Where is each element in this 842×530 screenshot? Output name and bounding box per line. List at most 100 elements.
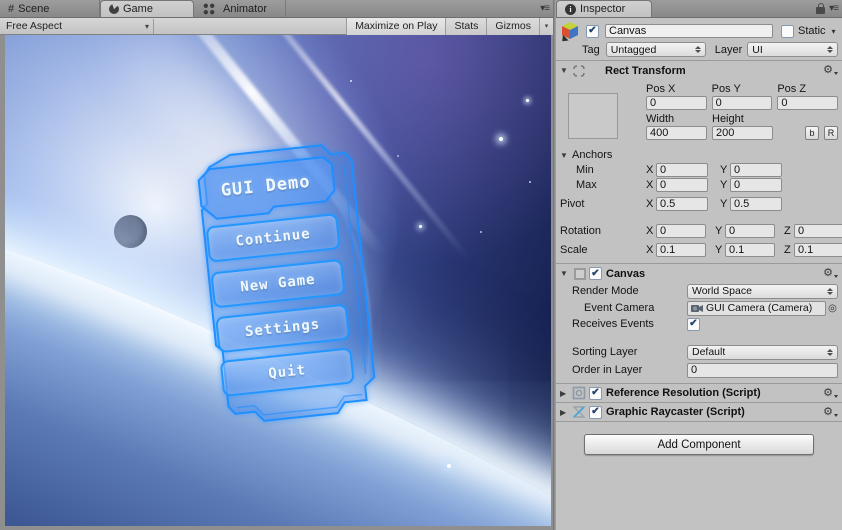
scale-x-field[interactable]: 0.1 [656, 242, 706, 257]
aspect-ratio-dropdown[interactable]: Free Aspect ▾ [2, 18, 154, 34]
pos-y-field[interactable]: 0 [711, 95, 773, 110]
x-axis-label: X [646, 243, 654, 256]
sorting-layer-dropdown[interactable]: Default [687, 344, 838, 360]
game-icon [109, 4, 119, 14]
gizmos-dropdown-caret-icon[interactable]: ▾ [539, 17, 553, 35]
y-axis-label: Y [720, 178, 728, 191]
anchor-min-x-field[interactable]: 0 [656, 162, 708, 177]
scale-z-field[interactable]: 0.1 [794, 242, 842, 257]
unity-editor-window: # Scene Game Animator ▾≡ Free Aspect ▾ M… [0, 0, 842, 530]
tab-scene-label: Scene [18, 2, 50, 15]
separator [556, 421, 842, 422]
raw-edit-mode-button[interactable]: R [824, 125, 838, 140]
min-label: Min [576, 163, 594, 176]
width-field[interactable]: 400 [646, 125, 707, 140]
height-field[interactable]: 200 [712, 125, 773, 140]
gear-menu-icon[interactable]: ⚙ [823, 268, 838, 279]
tab-animator[interactable]: Animator [194, 0, 286, 17]
maximize-on-play-button[interactable]: Maximize on Play [346, 17, 446, 35]
reference-resolution-header[interactable]: ▶ ✔ Reference Resolution (Script) ⚙ [556, 384, 842, 402]
pivot-y-field[interactable]: 0.5 [730, 196, 782, 211]
tab-inspector[interactable]: i Inspector [556, 0, 652, 17]
game-panel-menu-icon[interactable]: ▾≡ [540, 3, 550, 14]
reference-resolution-title: Reference Resolution (Script) [606, 387, 761, 399]
gizmos-button[interactable]: Gizmos [486, 17, 539, 35]
rotation-z-field[interactable]: 0 [794, 223, 842, 238]
static-checkbox[interactable] [781, 24, 794, 38]
blueprint-mode-button[interactable]: b [805, 125, 819, 140]
inspector-content: ✔ Canvas Static ▾ Tag Untagged Layer UI [556, 18, 842, 530]
order-in-layer-label: Order in Layer [572, 364, 643, 376]
tag-dropdown[interactable]: Untagged [605, 42, 706, 57]
graphic-raycaster-icon [572, 406, 586, 418]
scale-y-field[interactable]: 0.1 [725, 242, 775, 257]
view-tabbar: # Scene Game Animator ▾≡ [0, 0, 553, 18]
canvas-enabled-checkbox[interactable]: ✔ [589, 267, 602, 280]
name-field[interactable]: Canvas [605, 24, 773, 38]
checkmark-icon: ✔ [588, 25, 597, 36]
gameobject-icon-button[interactable] [559, 20, 584, 45]
gear-menu-icon[interactable]: ⚙ [823, 65, 838, 76]
foldout-open-icon[interactable]: ▼ [560, 66, 572, 75]
y-axis-label: Y [720, 163, 728, 176]
receives-events-checkbox[interactable]: ✔ [687, 317, 700, 331]
add-component-area: Add Component [556, 434, 842, 455]
z-axis-label: Z [784, 224, 791, 237]
anchor-min-y-field[interactable]: 0 [730, 162, 782, 177]
anchor-max-x-field[interactable]: 0 [656, 177, 708, 192]
event-camera-object-field[interactable]: GUI Camera (Camera) [687, 300, 826, 316]
rotation-x-field[interactable]: 0 [656, 223, 706, 238]
order-in-layer-row: Order in Layer 0 [556, 362, 842, 378]
stats-button[interactable]: Stats [445, 17, 487, 35]
gui-demo-menu: GUI Demo Continue New Game Settings Quit [171, 129, 396, 440]
render-mode-dropdown[interactable]: World Space [687, 283, 838, 299]
x-axis-label: X [646, 224, 654, 237]
object-picker-icon[interactable]: ◎ [827, 303, 838, 314]
render-mode-label: Render Mode [572, 285, 639, 297]
canvas-component-icon [574, 267, 586, 280]
pivot-x-field[interactable]: 0.5 [656, 196, 708, 211]
order-in-layer-field[interactable]: 0 [687, 362, 838, 378]
z-axis-label: Z [784, 243, 791, 256]
foldout-open-icon[interactable]: ▼ [560, 269, 572, 278]
tab-scene[interactable]: # Scene [0, 0, 100, 17]
foldout-closed-icon[interactable]: ▶ [560, 389, 572, 398]
canvas-component-header[interactable]: ▼ ✔ Canvas ⚙ [556, 264, 842, 283]
layer-dropdown[interactable]: UI [747, 42, 838, 57]
graphic-raycaster-header[interactable]: ▶ ✔ Graphic Raycaster (Script) ⚙ [556, 403, 842, 421]
gear-menu-icon[interactable]: ⚙ [823, 387, 838, 399]
tag-value: Untagged [610, 43, 657, 56]
pos-x-label: Pos X [646, 83, 676, 95]
receives-events-label: Receives Events [572, 318, 654, 330]
width-label: Width [646, 113, 675, 125]
pivot-label: Pivot [560, 197, 585, 210]
rotation-y-field[interactable]: 0 [725, 223, 775, 238]
rect-transform-header[interactable]: ▼ Rect Transform ⚙ [556, 61, 842, 80]
component-enabled-checkbox[interactable]: ✔ [589, 405, 602, 419]
gear-menu-icon[interactable]: ⚙ [823, 406, 838, 418]
tab-game[interactable]: Game [100, 0, 194, 17]
inspector-panel-menu-icon[interactable]: ▾≡ [829, 3, 839, 14]
checkmark-icon: ✔ [591, 406, 600, 417]
anchors-foldout-row[interactable]: ▼ Anchors [556, 148, 842, 162]
anchor-preview-box[interactable] [568, 93, 618, 139]
anchor-max-y-field[interactable]: 0 [730, 177, 782, 192]
layer-value: UI [752, 43, 763, 56]
anchors-label: Anchors [572, 149, 613, 161]
lock-icon[interactable] [816, 3, 826, 14]
receives-events-row: Receives Events ✔ [556, 316, 842, 332]
active-checkbox[interactable]: ✔ [586, 24, 599, 38]
add-component-button[interactable]: Add Component [584, 434, 814, 455]
sorting-layer-label: Sorting Layer [572, 346, 638, 358]
component-enabled-checkbox[interactable]: ✔ [589, 386, 602, 400]
star [447, 464, 451, 468]
game-viewport[interactable]: GUI Demo Continue New Game Settings Quit [5, 35, 551, 526]
foldout-open-icon[interactable]: ▼ [560, 151, 572, 160]
foldout-closed-icon[interactable]: ▶ [560, 408, 572, 417]
pos-x-field[interactable]: 0 [646, 95, 707, 110]
x-axis-label: X [646, 178, 654, 191]
pos-z-field[interactable]: 0 [777, 95, 839, 110]
dropdown-arrows-icon [823, 46, 833, 53]
static-dropdown-caret-icon[interactable]: ▾ [832, 27, 836, 36]
layer-label: Layer [714, 43, 743, 56]
